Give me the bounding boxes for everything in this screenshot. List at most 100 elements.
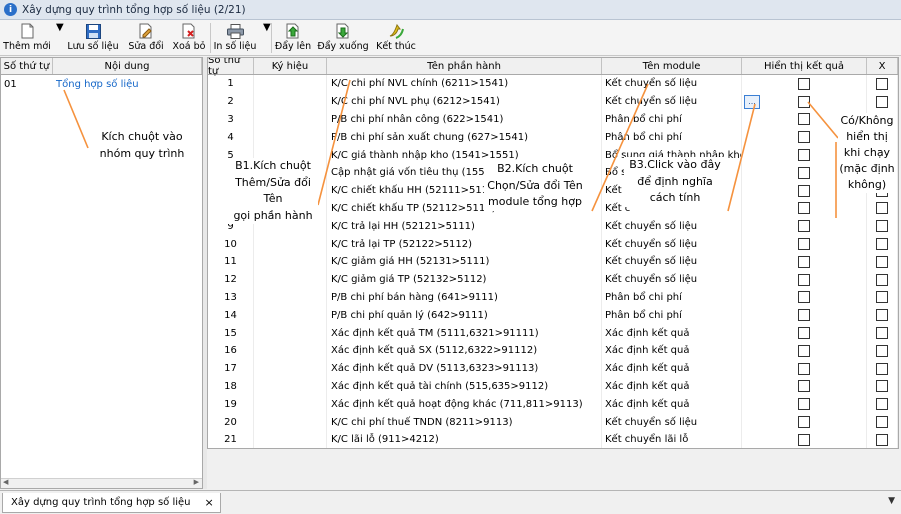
cell-symbol[interactable] [254,324,327,342]
show-result-checkbox[interactable] [798,131,810,144]
x-checkbox[interactable] [876,238,888,251]
table-row[interactable]: 18 Xác định kết quả tài chính (515,635>91… [208,377,898,396]
table-row[interactable]: 3 P/B chi phí nhân công (622>1541) Phân bổ… [208,110,898,129]
show-result-checkbox[interactable] [798,77,810,90]
show-result-checkbox[interactable] [798,202,810,215]
cell-module-name[interactable]: Kết chuyển số liệu [602,75,742,93]
show-result-checkbox[interactable] [798,166,810,179]
table-row[interactable]: 12 K/C giảm giá TP (52132>5112) Kết chuyển… [208,270,898,289]
cell-process-name[interactable]: K/C giảm giá HH (52131>5111) [327,252,602,271]
tab-process-builder[interactable]: Xây dựng quy trình tổng hợp số liệu × [2,493,221,513]
column-header-stt[interactable]: Số thứ tự [208,58,254,77]
cell-symbol[interactable] [254,306,327,325]
scroll-right-icon[interactable]: ▶ [194,478,199,486]
cell-module-name[interactable]: Xác định kết quả [602,324,742,342]
new-button[interactable]: Thêm mới [3,22,51,54]
table-row[interactable]: 1 K/C chi phí NVL chính (6211>1541) Kết ch… [208,75,898,93]
table-row[interactable]: 19 Xác định kết quả hoạt động khác (711,8… [208,395,898,414]
column-header-stt[interactable]: Số thứ tự [1,58,53,74]
table-row[interactable]: 4 P/B chi phí sản xuất chung (627>1541) Ph… [208,128,898,147]
cell-process-name[interactable]: P/B chi phí nhân công (622>1541) [327,110,602,129]
table-row[interactable]: 21 K/C lãi lỗ (911>4212) Kết chuyển lãi lỗ [208,430,898,448]
column-header-x[interactable]: X [867,58,898,74]
move-up-button[interactable]: Đẩy lên [274,22,312,54]
close-icon[interactable]: × [205,496,214,509]
show-result-checkbox[interactable] [798,309,810,322]
cell-module-name[interactable]: Xác định kết quả [602,377,742,396]
x-checkbox[interactable] [876,327,888,340]
column-header-process-name[interactable]: Tên phần hành [327,58,602,74]
cell-module-name[interactable]: Xác định kết quả [602,341,742,360]
show-result-checkbox[interactable] [798,184,810,197]
cell-process-name[interactable]: P/B chi phí quản lý (642>9111) [327,306,602,325]
x-checkbox[interactable] [876,309,888,322]
x-checkbox[interactable] [876,398,888,411]
cell-symbol[interactable] [254,341,327,360]
table-row[interactable]: 10 K/C trả lại TP (52122>5112) Kết chuyển … [208,235,898,253]
column-header-content[interactable]: Nội dung [53,58,202,74]
x-checkbox[interactable] [876,95,888,108]
cell-symbol[interactable] [254,395,327,414]
cell-module-name[interactable]: Kết chuyển số liệu [602,92,742,111]
show-result-checkbox[interactable] [798,291,810,304]
cell-module-name[interactable]: Phân bổ chi phí [602,306,742,325]
cell-module-name[interactable]: Phân bổ chi phí [602,110,742,129]
cell-process-name[interactable]: Xác định kết quả SX (5112,6322>91112) [327,341,602,360]
table-row[interactable]: 2 K/C chi phí NVL phụ (6212>1541) Kết chuy… [208,92,898,111]
cell-module-name[interactable]: Kết chuyển số liệu [602,270,742,289]
cell-symbol[interactable] [254,413,327,431]
delete-button[interactable]: Xoá bỏ [170,22,208,54]
cell-module-name[interactable]: Kết chuyển số liệu [602,235,742,253]
finish-button[interactable]: Kết thúc [374,22,418,54]
show-result-checkbox[interactable] [798,344,810,357]
x-checkbox[interactable] [876,291,888,304]
cell-module-name[interactable]: Xác định kết quả [602,395,742,414]
show-result-checkbox[interactable] [798,416,810,429]
new-dropdown-icon[interactable]: ▼ [56,22,64,54]
move-down-button[interactable]: Đẩy xuống [317,22,369,54]
x-checkbox[interactable] [876,433,888,446]
cell-symbol[interactable] [254,377,327,396]
cell-symbol[interactable] [254,235,327,253]
cell-module-name[interactable]: Kết chuyển lãi lỗ [602,430,742,448]
show-result-checkbox[interactable] [798,327,810,340]
x-checkbox[interactable] [876,416,888,429]
cell-module-name[interactable]: Phân bổ chi phí [602,128,742,147]
column-header-module-name[interactable]: Tên module [602,58,742,74]
cell-process-name[interactable]: K/C giảm giá TP (52132>5112) [327,270,602,289]
cell-symbol[interactable] [254,110,327,129]
save-button[interactable]: Lưu số liệu [66,22,120,54]
show-result-checkbox[interactable] [798,220,810,233]
cell-symbol[interactable] [254,252,327,271]
cell-process-name[interactable]: K/C trả lại TP (52122>5112) [327,235,602,253]
cell-process-name[interactable]: P/B chi phí sản xuất chung (627>1541) [327,128,602,147]
cell-module-name[interactable]: Phân bổ chi phí [602,288,742,307]
x-checkbox[interactable] [876,220,888,233]
table-row[interactable]: 13 P/B chi phí bán hàng (641>9111) Phân bổ… [208,288,898,307]
table-row[interactable]: 15 Xác định kết quả TM (5111,6321>91111) X… [208,324,898,342]
horizontal-scrollbar[interactable]: ◀ ▶ [1,478,202,488]
column-header-show-result[interactable]: Hiển thị kết quả [742,58,867,74]
cell-process-name[interactable]: K/C trả lại HH (52121>5111) [327,217,602,236]
x-checkbox[interactable] [876,362,888,375]
show-result-checkbox[interactable] [798,433,810,446]
cell-module-name[interactable]: Kết chuyển số liệu [602,217,742,236]
x-checkbox[interactable] [876,344,888,357]
cell-process-name[interactable]: K/C chi phí thuế TNDN (8211>9113) [327,413,602,431]
show-result-checkbox[interactable] [798,273,810,286]
show-result-checkbox[interactable] [798,362,810,375]
table-row[interactable]: 11 K/C giảm giá HH (52131>5111) Kết chuyển… [208,252,898,271]
cell-process-name[interactable]: Xác định kết quả hoạt động khác (711,811… [327,395,602,414]
x-checkbox[interactable] [876,380,888,393]
show-result-checkbox[interactable] [798,95,810,108]
cell-symbol[interactable] [254,359,327,378]
x-checkbox[interactable] [876,202,888,215]
cell-symbol[interactable] [254,92,327,111]
show-result-checkbox[interactable] [798,238,810,251]
cell-process-name[interactable]: P/B chi phí bán hàng (641>9111) [327,288,602,307]
cell-symbol[interactable] [254,288,327,307]
table-row[interactable]: 14 P/B chi phí quản lý (642>9111) Phân bổ … [208,306,898,325]
cell-symbol[interactable] [254,75,327,93]
column-header-symbol[interactable]: Ký hiệu [254,58,327,74]
show-result-checkbox[interactable] [798,380,810,393]
